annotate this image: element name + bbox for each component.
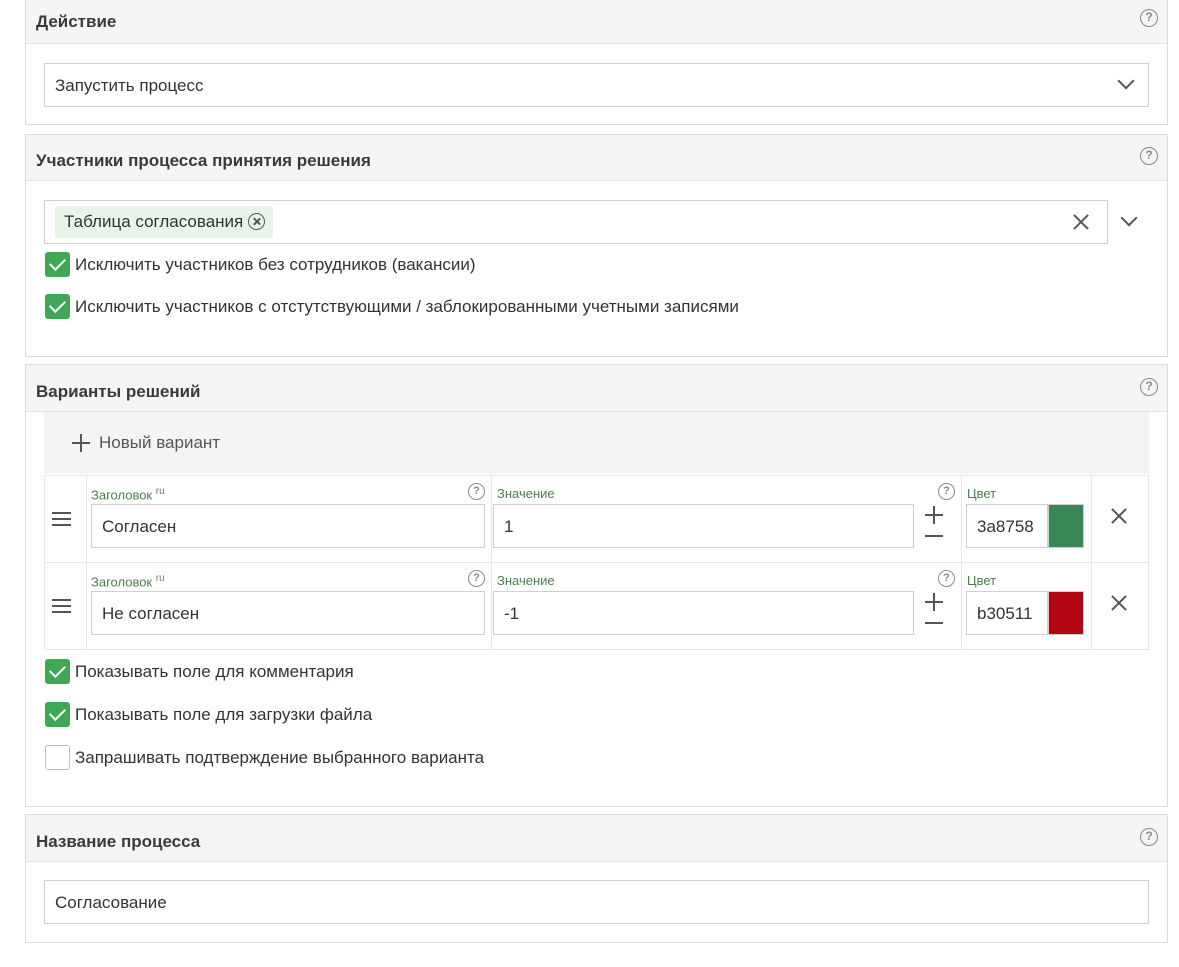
value-field-label: Значение <box>497 486 555 501</box>
title-field-label: Заголовок ru <box>91 573 165 590</box>
value-input-value: -1 <box>504 604 520 623</box>
help-icon[interactable]: ? <box>1140 9 1158 27</box>
participant-tag-label: Таблица согласования <box>64 212 244 231</box>
color-swatch[interactable] <box>1048 591 1084 635</box>
help-icon[interactable]: ? <box>468 570 485 587</box>
title-input-value: Не согласен <box>102 604 200 623</box>
participants-panel-title: Участники процесса принятия решения <box>36 151 371 170</box>
value-cell: Значение ? -1 <box>492 563 962 649</box>
color-field-label: Цвет <box>967 573 997 588</box>
variant-row: Заголовок ru ? Не согласен Значение ? -1… <box>44 562 1149 650</box>
checkbox-checked[interactable] <box>45 659 70 684</box>
title-cell: Заголовок ru ? Не согласен <box>87 563 492 649</box>
plus-icon <box>72 434 90 452</box>
value-input[interactable]: 1 <box>493 504 914 548</box>
checkbox-label: Показывать поле для комментария <box>75 662 354 681</box>
checkbox-checked[interactable] <box>45 294 70 319</box>
participants-panel-header: Участники процесса принятия решения ? <box>26 135 1167 181</box>
process-name-panel-header: Название процесса ? <box>26 815 1167 862</box>
variants-panel: Варианты решений ? Новый вариант Заголов… <box>25 364 1168 807</box>
variants-panel-header: Варианты решений ? <box>26 365 1167 412</box>
color-cell: Цвет b30511 <box>962 563 1092 649</box>
help-icon[interactable]: ? <box>938 483 955 500</box>
chevron-down-icon[interactable] <box>1120 209 1138 227</box>
process-name-value: Согласование <box>55 893 167 912</box>
drag-handle-icon[interactable] <box>52 599 71 613</box>
action-panel-title: Действие <box>36 12 117 31</box>
new-variant-label: Новый вариант <box>99 433 221 452</box>
value-input[interactable]: -1 <box>493 591 914 635</box>
value-cell: Значение ? 1 <box>492 476 962 562</box>
increment-icon[interactable] <box>925 593 943 611</box>
process-name-input[interactable]: Согласование <box>44 880 1149 924</box>
title-input[interactable]: Согласен <box>91 504 485 548</box>
color-field-label: Цвет <box>967 486 997 501</box>
checkbox-label: Исключить участников с отстутствующими /… <box>75 297 739 316</box>
checkbox-label: Исключить участников без сотрудников (ва… <box>75 255 476 274</box>
variants-toolbar: Новый вариант <box>44 412 1149 474</box>
action-panel-header: Действие ? <box>26 0 1167 44</box>
remove-variant-icon[interactable] <box>1109 593 1129 613</box>
action-select[interactable]: Запустить процесс <box>44 63 1149 107</box>
title-input[interactable]: Не согласен <box>91 591 485 635</box>
increment-icon[interactable] <box>925 506 943 524</box>
new-variant-button[interactable]: Новый вариант <box>44 412 264 474</box>
process-name-panel-title: Название процесса <box>36 832 201 851</box>
participants-multiselect[interactable]: Таблица согласования <box>44 200 1108 244</box>
checkbox-label: Запрашивать подтверждение выбранного вар… <box>75 748 485 767</box>
value-input-value: 1 <box>504 517 514 536</box>
help-icon[interactable]: ? <box>468 483 485 500</box>
help-icon[interactable]: ? <box>1140 828 1158 846</box>
color-hex-input[interactable]: b30511 <box>966 591 1048 635</box>
color-hex-value: 3a8758 <box>977 517 1034 536</box>
remove-tag-icon[interactable] <box>248 213 266 230</box>
participant-tag: Таблица согласования <box>55 206 274 238</box>
participants-panel: Участники процесса принятия решения ? Та… <box>25 134 1168 357</box>
title-cell: Заголовок ru ? Согласен <box>87 476 492 562</box>
help-icon[interactable]: ? <box>938 570 955 587</box>
action-select-value: Запустить процесс <box>55 76 204 95</box>
color-hex-value: b30511 <box>977 604 1033 623</box>
drag-cell <box>45 476 87 562</box>
color-hex-input[interactable]: 3a8758 <box>966 504 1048 548</box>
checkbox-checked[interactable] <box>45 252 70 277</box>
drag-cell <box>45 563 87 649</box>
help-icon[interactable]: ? <box>1140 147 1158 165</box>
color-swatch[interactable] <box>1048 504 1084 548</box>
variant-row: Заголовок ru ? Согласен Значение ? 1 Цве… <box>44 475 1149 563</box>
checkbox-label: Показывать поле для загрузки файла <box>75 705 373 724</box>
checkbox-unchecked[interactable] <box>45 745 70 770</box>
decrement-icon[interactable] <box>925 622 943 624</box>
checkbox-checked[interactable] <box>45 702 70 727</box>
chevron-down-icon[interactable] <box>1117 72 1135 90</box>
title-field-label: Заголовок ru <box>91 486 165 503</box>
drag-handle-icon[interactable] <box>52 512 71 526</box>
color-cell: Цвет 3a8758 <box>962 476 1092 562</box>
decrement-icon[interactable] <box>925 535 943 537</box>
clear-icon[interactable] <box>1071 212 1089 230</box>
title-input-value: Согласен <box>102 517 177 536</box>
action-panel: Действие ? Запустить процесс <box>25 0 1168 125</box>
remove-variant-icon[interactable] <box>1109 506 1129 526</box>
process-name-panel: Название процесса ? Согласование <box>25 814 1168 943</box>
help-icon[interactable]: ? <box>1140 378 1158 396</box>
value-field-label: Значение <box>497 573 555 588</box>
variants-panel-title: Варианты решений <box>36 382 201 401</box>
